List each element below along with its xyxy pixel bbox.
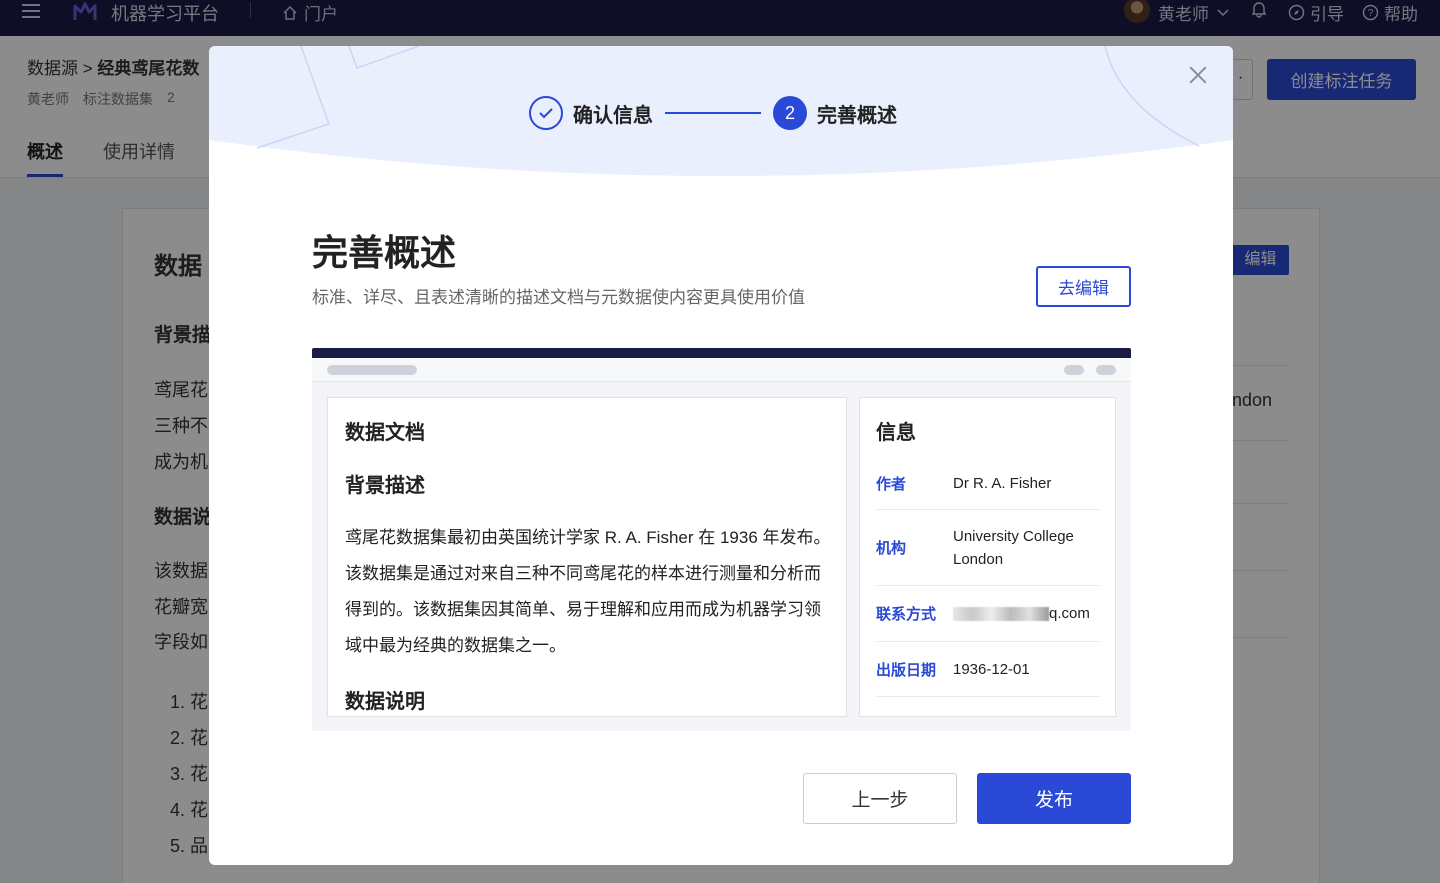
info-value: University College London [953,527,1074,568]
info-row-institution: 机构 University College London [876,510,1100,586]
previous-step-button[interactable]: 上一步 [803,773,957,824]
publish-overview-modal: 确认信息 2 完善概述 完善概述 标准、详尽、且表述清晰的描述文档与元数据使内容… [209,46,1233,865]
info-value: Dr R. A. Fisher [953,475,1052,492]
info-value-contact: q.com [953,602,1100,625]
info-panel: 信息 作者 Dr R. A. Fisher 机构 University Coll… [859,397,1116,717]
info-key: 出版日期 [876,661,937,679]
modal-title: 完善概述 [312,232,457,273]
step-1-label: 确认信息 [573,104,653,127]
placeholder-dot [1096,365,1116,375]
email-suffix: q.com [1049,605,1090,622]
document-heading: 数据文档 [345,422,425,444]
placeholder-dot [1064,365,1084,375]
info-row-date: 出版日期 1936-12-01 [876,642,1100,697]
step-2-label: 完善概述 [817,104,897,127]
check-icon [529,96,563,130]
modal-subtitle: 标准、详尽、且表述清晰的描述文档与元数据使内容更具使用价值 [312,288,805,307]
info-row-author: 作者 Dr R. A. Fisher [876,458,1100,510]
step-connector [665,112,761,114]
preview-titlebar [312,348,1131,358]
redacted-email [953,607,1049,622]
info-key: 作者 [876,476,907,493]
data-description-heading: 数据说明 [345,691,425,713]
info-heading: 信息 [876,422,916,444]
close-icon[interactable] [1187,64,1209,86]
overview-preview: 数据文档 背景描述 鸢尾花数据集最初由英国统计学家 R. A. Fisher 在… [312,348,1131,731]
publish-button[interactable]: 发布 [977,773,1131,824]
info-key: 联系方式 [876,606,937,623]
go-edit-button[interactable]: 去编辑 [1036,266,1131,307]
document-panel: 数据文档 背景描述 鸢尾花数据集最初由英国统计学家 R. A. Fisher 在… [327,397,847,717]
placeholder-bar [327,365,417,375]
preview-toolbar [312,358,1131,382]
background-text: 鸢尾花数据集最初由英国统计学家 R. A. Fisher 在 1936 年发布。… [345,528,831,655]
background-heading: 背景描述 [345,475,425,497]
info-key: 机构 [876,540,907,557]
info-row-contact: 联系方式 q.com [876,586,1100,642]
step-indicator: 确认信息 2 完善概述 [529,96,897,130]
step-2-number: 2 [773,96,807,130]
info-value: 1936-12-01 [953,660,1030,678]
